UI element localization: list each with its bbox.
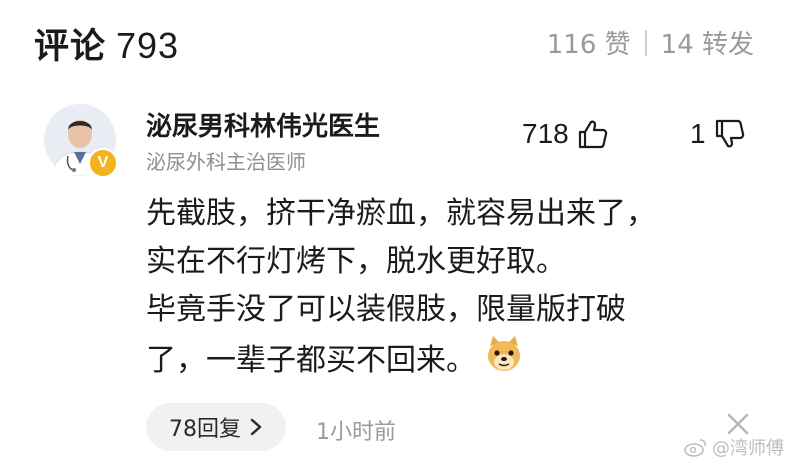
likes-stat[interactable]: 116 赞 [547, 24, 631, 61]
doge-emoji-icon [484, 334, 524, 389]
chevron-right-icon [250, 418, 262, 436]
post-stats: 116 赞 14 转发 [547, 24, 754, 61]
stats-divider [644, 29, 647, 56]
verified-badge: V [88, 148, 118, 178]
comments-header: 评论 793 116 赞 14 转发 [0, 0, 800, 78]
thumbs-up-icon [578, 120, 607, 149]
comment-line: 实在不行灯烤下，脱水更好取。 [146, 244, 566, 279]
comment-line: 先截肢，挤干净瘀血，就容易出来了， [146, 196, 656, 231]
comment-line: 了，一辈子都买不回来。 [146, 343, 476, 378]
comments-title-label: 评论 [34, 27, 107, 67]
author-title: 泌尿外科主治医师 [146, 150, 306, 174]
comment-line: 毕竟手没了可以装假肢，限量版打破 [146, 292, 626, 327]
reposts-stat[interactable]: 14 转发 [661, 24, 754, 61]
replies-label: 78回复 [169, 417, 241, 442]
thumbs-down-icon [715, 119, 744, 148]
comment-body: 先截肢，挤干净瘀血，就容易出来了， 实在不行灯烤下，脱水更好取。 毕竟手没了可以… [146, 190, 746, 389]
watermark: @湾师傅 [684, 434, 784, 460]
weibo-logo-icon [684, 439, 707, 457]
replies-button[interactable]: 78回复 [146, 403, 286, 451]
comment-author[interactable]: 泌尿男科林伟光医生 [146, 106, 380, 143]
comment-time: 1小时前 [316, 420, 396, 445]
like-button[interactable]: 718 [522, 118, 609, 150]
like-count: 718 [522, 118, 569, 149]
dislike-button[interactable]: 1 [690, 118, 746, 150]
comments-count: 793 [116, 25, 180, 66]
watermark-text: @湾师傅 [712, 438, 784, 459]
dislike-count: 1 [690, 118, 706, 149]
comments-title: 评论 793 [34, 18, 179, 69]
